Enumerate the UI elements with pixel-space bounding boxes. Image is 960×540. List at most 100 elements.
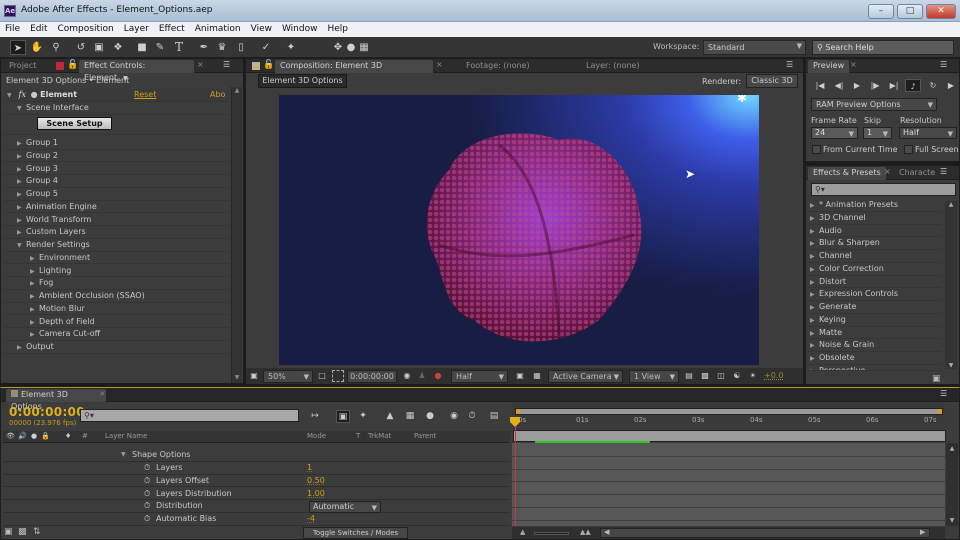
skip-select[interactable]: 1 ▼	[863, 127, 892, 139]
ram-preview-options-select[interactable]: RAM Preview Options ▼	[811, 98, 937, 111]
resolution-select[interactable]: Half ▼	[451, 370, 508, 383]
menu-layer[interactable]: Layer	[119, 22, 154, 35]
property-row[interactable]: ⏱ Automatic Bias -4	[3, 513, 510, 526]
expand-triangle-icon[interactable]: ▼	[7, 90, 16, 102]
close-tab-icon[interactable]: ×	[99, 389, 106, 398]
close-tab-icon[interactable]: ×	[197, 60, 204, 69]
expand-triangle-icon[interactable]: ▼	[17, 103, 26, 115]
tab-layer[interactable]: Layer: (none)	[581, 60, 645, 73]
auto-keyframe-icon[interactable]: ⏱	[465, 410, 479, 423]
panel-menu-icon[interactable]: ☰	[940, 389, 947, 398]
effect-group-row[interactable]: ▶ Group 4	[4, 175, 229, 188]
region-of-interest-icon[interactable]: ▣	[514, 370, 526, 382]
effect-group-row[interactable]: ▶ Ambient Occlusion (SSAO)	[4, 290, 229, 303]
clone-stamp-tool-icon[interactable]: ♛	[214, 40, 230, 55]
effect-category-item[interactable]: ▶ Expression Controls	[808, 288, 941, 301]
transfer-controls-icon[interactable]: ▩	[18, 527, 27, 537]
fast-previews-icon[interactable]: ▩	[699, 370, 711, 382]
panel-menu-icon[interactable]: ☰	[940, 167, 947, 176]
rectangle-tool-icon[interactable]: ■	[134, 40, 150, 55]
effect-group-row[interactable]: ▼ Render Settings	[4, 239, 229, 252]
property-row[interactable]: ⏱ Layers Distribution 1.00	[3, 488, 510, 501]
expand-triangle-icon[interactable]: ▶	[810, 238, 819, 250]
collapse-triangle-icon[interactable]: ▼	[17, 240, 26, 252]
expand-triangle-icon[interactable]: ▶	[810, 328, 819, 340]
comp-mini-flowchart-icon[interactable]: ↦	[308, 410, 322, 423]
zoom-tool-icon[interactable]: ⚲	[48, 40, 64, 55]
scroll-up-icon[interactable]: ▲	[946, 445, 958, 452]
layer-switches-icon[interactable]: ▣	[4, 527, 13, 537]
brush-tool-icon[interactable]: ✒	[196, 40, 212, 55]
last-frame-button[interactable]: ▶|	[886, 79, 902, 92]
reset-link[interactable]: Reset	[134, 89, 156, 101]
expand-triangle-icon[interactable]: ▶	[30, 253, 39, 265]
selection-tool-icon[interactable]: ➤	[10, 40, 26, 55]
effect-category-item[interactable]: ▶ Color Correction	[808, 263, 941, 276]
horizontal-scrollbar[interactable]	[600, 528, 930, 538]
expand-triangle-icon[interactable]: ▶	[17, 342, 26, 354]
rotation-tool-icon[interactable]: ↺	[73, 40, 89, 55]
property-value[interactable]: 1	[307, 462, 312, 474]
current-time-indicator[interactable]	[515, 418, 516, 526]
flowchart-icon[interactable]: ☯	[731, 370, 743, 382]
lock-switch-icon[interactable]: 🔒	[41, 432, 50, 440]
tab-effects-presets[interactable]: Effects & Presets	[808, 167, 886, 180]
effect-group-row[interactable]: ▶ Fog	[4, 277, 229, 290]
panel-menu-icon[interactable]: ☰	[223, 60, 230, 69]
camera-tool-icon[interactable]: ▣	[91, 40, 107, 55]
effect-category-item[interactable]: ▶ Distort	[808, 276, 941, 289]
expand-triangle-icon[interactable]: ▶	[30, 266, 39, 278]
pan-behind-tool-icon[interactable]: ❖	[110, 40, 126, 55]
work-area-bar[interactable]	[515, 408, 943, 415]
frame-blending-icon[interactable]: ▦	[403, 410, 417, 423]
expand-triangle-icon[interactable]: ▶	[17, 176, 26, 188]
expand-triangle-icon[interactable]: ▶	[30, 329, 39, 341]
scene-setup-button[interactable]: Scene Setup	[37, 117, 112, 130]
expand-triangle-icon[interactable]: ▶	[810, 366, 819, 370]
timeline-zoom-slider[interactable]	[534, 532, 569, 535]
puppet-pin-tool-icon[interactable]: ✦	[283, 40, 299, 55]
expand-triangle-icon[interactable]: ▶	[810, 340, 819, 352]
expand-triangle-icon[interactable]: ▶	[810, 289, 819, 301]
expand-triangle-icon[interactable]: ▶	[30, 291, 39, 303]
current-time-display[interactable]: 0:00:00:00	[347, 370, 397, 383]
tab-project[interactable]: Project	[4, 60, 41, 73]
resolution-select[interactable]: Half ▼	[899, 127, 957, 139]
effect-category-item[interactable]: ▶Perspective	[808, 365, 941, 371]
expand-triangle-icon[interactable]: ▶	[17, 164, 26, 176]
property-value[interactable]: 0.50	[307, 475, 325, 487]
toggle-pixel-aspect-icon[interactable]: ▤	[683, 370, 695, 382]
zoom-in-icon[interactable]: ▲▲	[580, 528, 591, 536]
menu-effect[interactable]: Effect	[154, 22, 190, 35]
menu-edit[interactable]: Edit	[25, 22, 52, 35]
audio-switch-icon[interactable]: 🔊	[18, 432, 27, 440]
shape-options-row[interactable]: ▼ Shape Options	[3, 449, 510, 462]
t-header[interactable]: T	[356, 432, 360, 440]
show-snapshot-icon[interactable]: ♟	[416, 370, 428, 382]
next-frame-button[interactable]: |▶	[867, 79, 883, 92]
tab-footage[interactable]: Footage: (none)	[461, 60, 535, 73]
property-value[interactable]: -4	[307, 513, 315, 525]
panel-menu-icon[interactable]: ☰	[786, 60, 793, 69]
lock-icon[interactable]: 🔓	[67, 60, 78, 70]
mode-header[interactable]: Mode	[307, 432, 326, 440]
always-preview-icon[interactable]: ▣	[248, 370, 260, 382]
close-tab-icon[interactable]: ×	[436, 60, 443, 69]
scene-interface-row[interactable]: ▼ Scene Interface	[4, 102, 229, 115]
solo-switch-icon[interactable]: ●	[31, 432, 37, 440]
lock-icon[interactable]: 🔓	[263, 60, 274, 70]
stopwatch-icon[interactable]: ⏱	[144, 513, 150, 525]
distribution-select[interactable]: Automatic ▼	[309, 501, 381, 513]
expand-triangle-icon[interactable]: ▶	[30, 278, 39, 290]
expand-triangle-icon[interactable]: ▶	[810, 277, 819, 289]
effect-category-item[interactable]: ▶ Generate	[808, 301, 941, 314]
renderer-button[interactable]: Classic 3D	[746, 74, 798, 88]
fx-icon[interactable]: fx	[19, 90, 26, 99]
scrollbar[interactable]: ▲ ▼	[945, 201, 957, 369]
effect-group-row[interactable]: ▶ Custom Layers	[4, 226, 229, 239]
scrollbar[interactable]: ▲ ▼	[231, 87, 242, 383]
trkmat-header[interactable]: TrkMat	[368, 432, 391, 440]
work-area-end-handle[interactable]	[938, 409, 942, 414]
expand-triangle-icon[interactable]: ▶	[17, 227, 26, 239]
panel-menu-icon[interactable]: ☰	[940, 60, 947, 69]
